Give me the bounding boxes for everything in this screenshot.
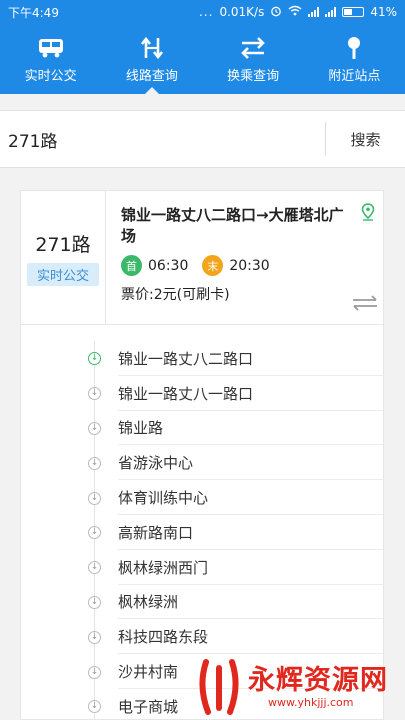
bus-icon [37, 35, 65, 61]
nav-nearby-stops[interactable]: 附近站点 [304, 24, 405, 94]
wifi-icon [288, 5, 302, 19]
stop-name: 锦业路 [118, 419, 164, 438]
fare-info: 票价:2元(可刷卡) [121, 287, 230, 303]
watermark: 永辉资源网 www.yhkjjj.com [196, 656, 405, 720]
search-input[interactable] [0, 111, 325, 167]
stop-item[interactable]: ↓ 锦业一路丈八一路口 [21, 375, 383, 411]
stop-item[interactable]: ↓ 高新路南口 [21, 514, 383, 550]
status-bar: 下午4:49 ... 0.01K/s 41% [0, 0, 405, 24]
status-dots: ... [198, 5, 214, 19]
nav-label-transfer: 换乘查询 [227, 68, 280, 84]
route-icon [139, 35, 165, 61]
signal-icon-2 [325, 7, 337, 17]
realtime-tag[interactable]: 实时公交 [26, 263, 99, 286]
route-number-panel: 271路 实时公交 [21, 191, 106, 325]
down-arrow-icon: ↓ [88, 352, 101, 366]
stop-name: 枫林绿洲 [118, 593, 179, 612]
down-arrow-icon: ↓ [88, 387, 101, 401]
stop-name: 锦业一路丈八一路口 [118, 384, 254, 403]
last-bus-time: 20:30 [229, 257, 270, 274]
alarm-icon [270, 5, 282, 20]
stop-name: 沙井村南 [118, 663, 179, 682]
nav-route-query[interactable]: 线路查询 [101, 24, 202, 94]
down-arrow-icon: ↓ [88, 421, 101, 435]
route-info: 锦业一路丈八二路口→大雁塔北广场 首 06:30 末 20:30 票价:2元(可… [121, 205, 351, 304]
watermark-title: 永辉资源网 [248, 665, 388, 696]
nav-transfer-query[interactable]: 换乘查询 [203, 24, 304, 94]
signal-icon [308, 7, 320, 17]
transfer-icon [239, 35, 267, 61]
search-button[interactable]: 搜索 [325, 122, 405, 156]
stop-item[interactable]: ↓ 枫林绿洲 [21, 584, 383, 620]
stop-name: 科技四路东段 [118, 628, 209, 647]
watermark-logo-icon [196, 658, 242, 720]
top-nav: 实时公交 线路查询 换乘查询 附近站点 [0, 24, 405, 94]
network-speed: 0.01K/s [219, 5, 265, 19]
map-location-icon[interactable] [361, 203, 375, 225]
down-arrow-icon: ↓ [88, 456, 101, 470]
down-arrow-icon: ↓ [88, 561, 101, 575]
nav-realtime-bus[interactable]: 实时公交 [0, 24, 101, 94]
route-number: 271路 [35, 234, 91, 256]
stop-name: 电子商城 [118, 697, 179, 716]
service-times: 首 06:30 末 20:30 [121, 255, 351, 276]
route-card: 271路 实时公交 锦业一路丈八二路口→大雁塔北广场 首 06:30 末 20:… [20, 190, 384, 720]
down-arrow-icon: ↓ [88, 630, 101, 644]
stop-name: 体育训练中心 [118, 489, 209, 508]
battery-percent: 41% [370, 5, 397, 19]
first-bus-badge: 首 [121, 255, 142, 276]
nav-label-realtime: 实时公交 [24, 68, 77, 84]
stop-name: 高新路南口 [118, 523, 194, 542]
stop-item[interactable]: ↓ 科技四路东段 [21, 619, 383, 655]
stop-item[interactable]: ↓ 锦业一路丈八二路口 [21, 341, 383, 376]
route-direction: 锦业一路丈八二路口→大雁塔北广场 [121, 206, 344, 245]
route-header: 271路 实时公交 锦业一路丈八二路口→大雁塔北广场 首 06:30 末 20:… [21, 191, 383, 325]
battery-icon [342, 7, 365, 17]
stop-item[interactable]: ↓ 体育训练中心 [21, 480, 383, 515]
watermark-url: www.yhkjjj.com [268, 696, 354, 709]
search-bar: 搜索 [0, 110, 405, 168]
stop-item[interactable]: ↓ 锦业路 [21, 410, 383, 446]
stop-name: 锦业一路丈八二路口 [118, 349, 254, 368]
down-arrow-icon: ↓ [88, 526, 101, 540]
nav-label-route: 线路查询 [125, 68, 178, 84]
stop-name: 省游泳中心 [118, 454, 194, 473]
nearby-stop-icon [344, 35, 364, 61]
last-bus-badge: 末 [202, 255, 224, 276]
nav-label-nearby: 附近站点 [328, 68, 381, 84]
stop-item[interactable]: ↓ 省游泳中心 [21, 445, 383, 481]
down-arrow-icon: ↓ [88, 595, 101, 609]
first-bus-time: 06:30 [148, 257, 189, 274]
stop-name: 枫林绿洲西门 [118, 558, 209, 577]
status-indicators: ... 0.01K/s 41% [199, 5, 397, 20]
swap-direction-icon[interactable] [351, 295, 379, 315]
status-time: 下午4:49 [8, 5, 59, 20]
stop-item[interactable]: ↓ 枫林绿洲西门 [21, 549, 383, 585]
down-arrow-icon: ↓ [88, 700, 101, 714]
down-arrow-icon: ↓ [88, 665, 101, 679]
down-arrow-icon: ↓ [88, 491, 101, 505]
